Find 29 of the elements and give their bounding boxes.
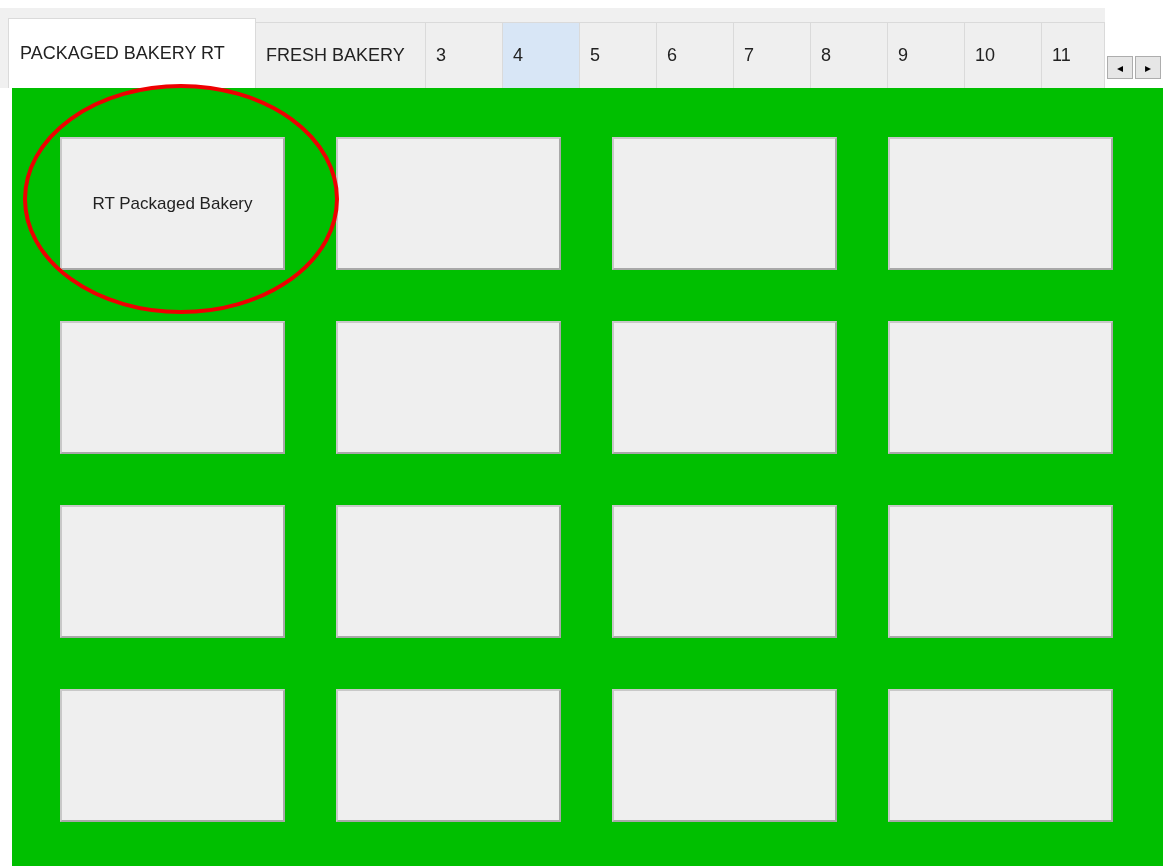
blank-button[interactable] bbox=[336, 689, 561, 822]
scroll-left-button[interactable]: ◂ bbox=[1107, 56, 1133, 79]
tab[interactable]: 5 bbox=[580, 22, 657, 88]
blank-button[interactable] bbox=[336, 137, 561, 270]
tab[interactable]: FRESH BAKERY bbox=[256, 22, 426, 88]
blank-button[interactable] bbox=[888, 137, 1113, 270]
blank-button[interactable] bbox=[612, 321, 837, 454]
tab[interactable]: 10 bbox=[965, 22, 1042, 88]
blank-button[interactable] bbox=[336, 505, 561, 638]
tab[interactable]: 11 bbox=[1042, 22, 1105, 88]
blank-button[interactable] bbox=[60, 505, 285, 638]
blank-button[interactable] bbox=[612, 689, 837, 822]
scroll-right-button[interactable]: ▸ bbox=[1135, 56, 1161, 79]
blank-button[interactable] bbox=[888, 689, 1113, 822]
blank-button[interactable] bbox=[888, 505, 1113, 638]
tab[interactable]: 9 bbox=[888, 22, 965, 88]
blank-button[interactable] bbox=[336, 321, 561, 454]
tab[interactable]: PACKAGED BAKERY RT bbox=[8, 18, 256, 88]
tab[interactable]: 4 bbox=[503, 22, 580, 88]
tab[interactable]: 6 bbox=[657, 22, 734, 88]
tab[interactable]: 7 bbox=[734, 22, 811, 88]
blank-button[interactable] bbox=[612, 137, 837, 270]
product-button[interactable]: RT Packaged Bakery bbox=[60, 137, 285, 270]
blank-button[interactable] bbox=[60, 321, 285, 454]
tab[interactable]: 8 bbox=[811, 22, 888, 88]
blank-button[interactable] bbox=[612, 505, 837, 638]
blank-button[interactable] bbox=[888, 321, 1113, 454]
blank-button[interactable] bbox=[60, 689, 285, 822]
tab[interactable]: 3 bbox=[426, 22, 503, 88]
